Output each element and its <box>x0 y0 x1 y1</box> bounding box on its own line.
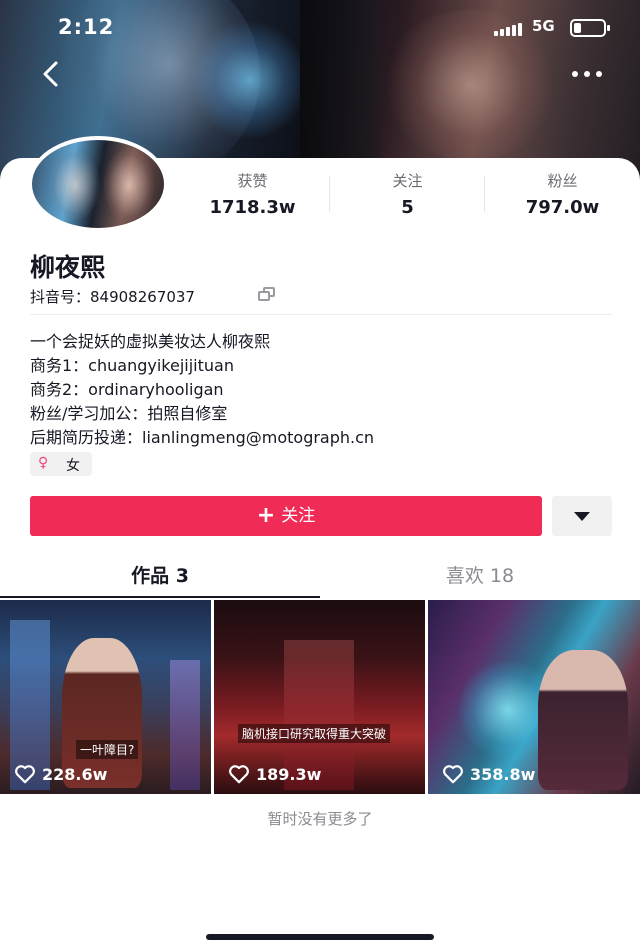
video-grid: 一叶障目? 228.6w 脑机接口研究取得重大突破 189.3w 358.8w <box>0 600 640 794</box>
gender-badge: ♀ 女 <box>30 452 92 476</box>
bio-line: 商务1：chuangyikejijituan <box>30 356 234 375</box>
female-icon: ♀ <box>38 455 49 471</box>
avatar[interactable] <box>28 136 168 232</box>
video-likes: 228.6w <box>14 764 107 786</box>
battery-icon <box>570 19 610 37</box>
video-tile[interactable]: 脑机接口研究取得重大突破 189.3w <box>214 600 425 794</box>
chevron-left-icon <box>43 61 58 87</box>
network-type: 5G <box>532 17 555 35</box>
tab-likes[interactable]: 喜欢 18 <box>320 556 640 596</box>
douyin-id: 抖音号：84908267037 <box>30 288 195 306</box>
stat-following[interactable]: 关注 5 <box>330 170 485 218</box>
video-caption: 一叶障目? <box>76 740 139 759</box>
profile-bio: 一个会捉妖的虚拟美妆达人柳夜熙 商务1：chuangyikejijituan 商… <box>30 330 374 450</box>
status-time: 2:12 <box>58 15 115 39</box>
video-tile[interactable]: 358.8w <box>428 600 640 794</box>
more-button[interactable] <box>570 62 604 86</box>
stat-label: 粉丝 <box>547 172 578 190</box>
home-indicator[interactable] <box>206 934 434 940</box>
tab-works[interactable]: 作品 3 <box>0 556 320 596</box>
heart-icon <box>14 764 36 784</box>
stat-label: 关注 <box>392 172 423 190</box>
copy-icon[interactable] <box>258 287 276 301</box>
bio-line: 粉丝/学习加公：拍照自修室 <box>30 404 228 423</box>
signal-icon <box>494 22 524 36</box>
bio-line: 商务2：ordinaryhooligan <box>30 380 224 399</box>
likes-count: 228.6w <box>42 765 108 784</box>
plus-icon: + <box>256 503 276 528</box>
stat-divider <box>329 176 330 212</box>
gender-label: 女 <box>66 458 80 474</box>
video-tile[interactable]: 一叶障目? 228.6w <box>0 600 211 794</box>
follow-label: 关注 <box>281 506 316 526</box>
active-tab-indicator <box>0 596 320 598</box>
stat-likes[interactable]: 获赞 1718.3w <box>175 170 330 218</box>
profile-name: 柳夜熙 <box>30 253 106 282</box>
profile-tabs: 作品 3 喜欢 18 <box>0 556 640 598</box>
bio-line: 后期简历投递：lianlingmeng@motograph.cn <box>30 428 375 447</box>
stat-value: 1718.3w <box>209 197 296 218</box>
video-likes: 358.8w <box>442 764 535 786</box>
heart-icon <box>228 764 250 784</box>
no-more-content: 暂时没有更多了 <box>267 810 373 828</box>
heart-icon <box>442 764 464 784</box>
stat-followers[interactable]: 粉丝 797.0w <box>485 170 640 218</box>
follow-button[interactable]: + 关注 <box>30 496 542 536</box>
stat-value: 797.0w <box>525 197 600 218</box>
back-button[interactable] <box>36 58 68 90</box>
likes-count: 189.3w <box>256 765 322 784</box>
bio-line: 一个会捉妖的虚拟美妆达人柳夜熙 <box>30 332 271 351</box>
more-actions-button[interactable] <box>552 496 612 536</box>
stat-value: 5 <box>401 197 414 218</box>
caret-down-icon <box>574 512 590 521</box>
stat-label: 获赞 <box>237 172 268 190</box>
stat-divider <box>484 176 485 212</box>
divider <box>30 314 612 315</box>
profile-stats: 获赞 1718.3w 关注 5 粉丝 797.0w <box>175 170 640 220</box>
likes-count: 358.8w <box>470 765 536 784</box>
video-likes: 189.3w <box>228 764 321 786</box>
video-caption: 脑机接口研究取得重大突破 <box>238 724 391 743</box>
status-bar: 2:12 5G <box>0 0 640 56</box>
